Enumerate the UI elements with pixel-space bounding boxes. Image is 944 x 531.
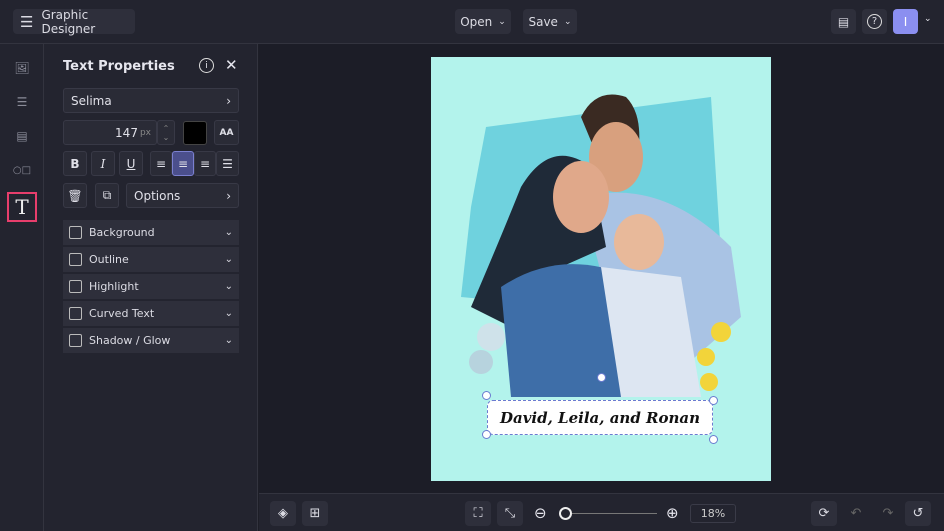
comments-button[interactable]: ▤ [831,9,856,34]
duplicate-icon: ⧉ [102,188,112,202]
menu-button[interactable]: ☰ Graphic Designer [13,7,135,36]
chevron-down-icon: ⌄ [224,254,233,265]
checkbox[interactable] [69,307,82,320]
design-canvas[interactable]: David, Leila, and Ronan [431,57,771,481]
expand-icon: ⛶ [473,506,483,521]
shrink-button[interactable]: ⤡ [497,501,523,526]
rotate-handle[interactable] [597,373,606,382]
save-button[interactable]: Save ⌄ [523,9,577,34]
underline-button[interactable]: U [119,151,143,176]
refresh-button[interactable]: ⟳ [811,501,837,526]
open-button[interactable]: Open ⌄ [455,9,511,34]
bold-button[interactable]: B [63,151,87,176]
zoom-slider[interactable] [559,513,657,514]
zoom-in-icon[interactable]: ⊕ [666,504,679,522]
chevron-down-icon: ⌄ [224,281,233,292]
accordion-shadow-glow[interactable]: Shadow / Glow ⌄ [63,328,239,353]
close-icon[interactable]: ✕ [225,56,238,74]
resize-handle[interactable] [482,391,491,400]
panel-title: Text Properties [63,59,175,74]
undo-button[interactable]: ↶ [843,501,869,526]
comment-icon: ▤ [837,14,850,29]
chevron-right-icon: › [226,93,231,108]
top-bar: ☰ Graphic Designer Open ⌄ Save ⌄ ▤ ? I ⌄ [0,0,944,44]
avatar[interactable]: I [893,9,918,34]
align-right-button[interactable]: ≡ [194,151,216,176]
chevron-down-icon: ⌄ [498,16,506,27]
checkbox[interactable] [69,226,82,239]
chevron-down-icon: ⌄ [563,16,572,27]
delete-button[interactable]: 🗑 [63,183,87,208]
adjust-tool-icon[interactable]: ☰ [8,88,36,116]
redo-button[interactable]: ↷ [875,501,901,526]
align-left-button[interactable]: ≡ [150,151,172,176]
trash-icon: 🗑 [67,188,83,203]
undo-icon: ↶ [850,506,862,521]
layers-icon: ◈ [278,506,288,521]
text-properties-panel: Text Properties i ✕ Selima › 147 px ⌃ ⌄ AA … [44,44,258,531]
checkbox[interactable] [69,253,82,266]
canvas-stage: David, Leila, and Ronan [259,44,944,493]
resize-handle[interactable] [709,396,718,405]
hamburger-icon: ☰ [20,12,34,31]
history-icon: ↺ [912,506,924,521]
layers-button[interactable]: ◈ [270,501,296,526]
chevron-down-icon[interactable]: ⌄ [924,14,932,24]
chevron-right-icon: › [226,188,231,203]
shrink-icon: ⤡ [504,506,516,521]
accordion-curved-text[interactable]: Curved Text ⌄ [63,301,239,326]
chevron-down-icon: ⌄ [224,308,233,319]
tool-rail: 🖼 ☰ ▤ ○□ T [0,44,44,531]
resize-handle[interactable] [482,430,491,439]
align-center-button[interactable]: ≡ [172,151,194,176]
grid-icon: ⊞ [309,506,321,521]
text-tool-icon[interactable]: T [7,192,37,222]
chevron-down-icon: ⌄ [224,335,233,346]
font-size-input[interactable]: 147 px [63,120,157,145]
redo-icon: ↷ [882,506,894,521]
font-size-stepper[interactable]: ⌃ ⌄ [157,120,175,145]
app-title: Graphic Designer [41,7,96,36]
italic-button[interactable]: I [91,151,115,176]
zoom-slider-thumb[interactable] [559,507,572,520]
font-selector[interactable]: Selima › [63,88,239,113]
accordion-highlight[interactable]: Highlight ⌄ [63,274,239,299]
checkbox[interactable] [69,280,82,293]
help-button[interactable]: ? [862,9,887,34]
zoom-out-icon[interactable]: ⊖ [534,504,547,522]
resize-handle[interactable] [709,435,718,444]
duplicate-button[interactable]: ⧉ [95,183,119,208]
info-icon[interactable]: i [199,58,214,73]
accordion-background[interactable]: Background ⌄ [63,220,239,245]
layout-tool-icon[interactable]: ▤ [8,122,36,150]
zoom-level[interactable]: 18% [690,504,736,523]
align-justify-button[interactable]: ☰ [216,151,239,176]
chevron-down-icon: ⌄ [224,227,233,238]
checkbox[interactable] [69,334,82,347]
fit-screen-button[interactable]: ⛶ [465,501,491,526]
caption-text-box[interactable]: David, Leila, and Ronan [487,400,713,435]
help-icon: ? [867,14,882,29]
history-button[interactable]: ↺ [905,501,931,526]
grid-button[interactable]: ⊞ [302,501,328,526]
refresh-icon: ⟳ [818,506,830,521]
image-tool-icon[interactable]: 🖼 [8,54,36,82]
options-button[interactable]: Options › [126,183,239,208]
bottom-toolbar: ◈ ⊞ ⛶ ⤡ ⊖ ⊕ 18% ⟳ ↶ ↷ ↺ [259,493,944,531]
accordion-outline[interactable]: Outline ⌄ [63,247,239,272]
text-color-swatch[interactable] [183,121,207,145]
shapes-tool-icon[interactable]: ○□ [8,156,36,184]
letter-spacing-button[interactable]: AA [214,120,239,145]
